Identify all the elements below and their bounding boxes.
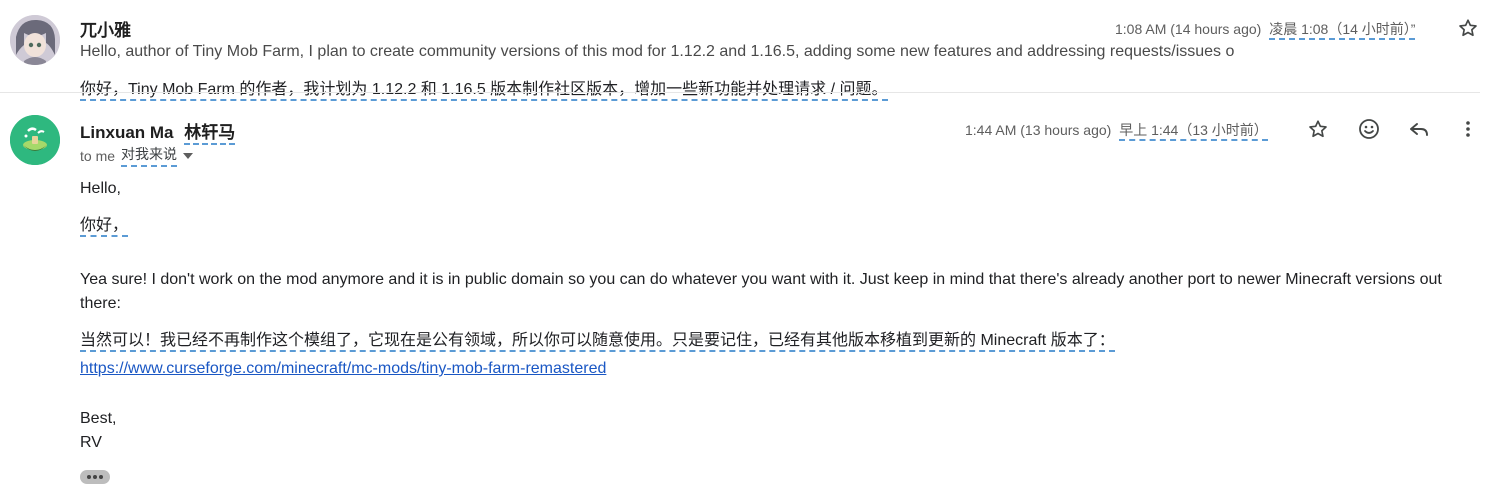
message-snippet[interactable]: Hello, author of Tiny Mob Farm, I plan t… — [80, 43, 1234, 61]
star-button[interactable] — [1302, 113, 1334, 145]
paragraph-translation-text: 当然可以！我已经不再制作这个模组了，它现在是公有领域，所以你可以随意使用。只是要… — [80, 332, 1115, 352]
recipient-label: to me — [80, 147, 116, 164]
sender-name-text: Linxuan Ma — [80, 123, 174, 142]
signoff: Best, — [80, 410, 117, 427]
greeting: Hello, — [80, 180, 121, 197]
sender-name-translation: 林轩马 — [184, 123, 236, 145]
emoji-icon — [1359, 119, 1379, 139]
snippet-translation-text: 你好，Tiny Mob Farm 的作者，我计划为 1.12.2 和 1.16.… — [80, 81, 888, 101]
dropdown-arrow-icon[interactable] — [183, 152, 194, 159]
reply-button[interactable] — [1403, 113, 1435, 145]
star-button[interactable] — [1452, 12, 1484, 44]
greeting-translation-text: 你好， — [80, 217, 129, 237]
message-timestamp: 1:08 AM (14 hours ago) 凌晨 1:08（14 小时前）” — [1115, 19, 1416, 40]
avatar-image — [10, 15, 60, 65]
star-icon — [1459, 19, 1477, 37]
show-trimmed-icon — [87, 475, 91, 479]
avatar-image — [10, 115, 60, 165]
timestamp-translation: 凌晨 1:08（14 小时前）” — [1269, 21, 1416, 40]
message-timestamp: 1:44 AM (13 hours ago) 早上 1:44（13 小时前） — [965, 120, 1268, 141]
sender-avatar[interactable] — [10, 15, 60, 65]
show-trimmed-content-button[interactable] — [80, 470, 110, 484]
ellipsis-dot — [99, 475, 103, 479]
star-icon — [1309, 120, 1327, 138]
recipient-details[interactable]: to me 对我来说 — [80, 144, 194, 167]
sender-name: 兀小雅 — [80, 21, 131, 40]
timestamp-translation: 早上 1:44（13 小时前） — [1119, 122, 1268, 141]
message-paragraph: Yea sure! I don't work on the mod anymor… — [80, 271, 1442, 312]
timestamp-text: 1:44 AM (13 hours ago) — [965, 122, 1112, 138]
add-reaction-button[interactable] — [1353, 113, 1385, 145]
snippet-translation: 你好，Tiny Mob Farm 的作者，我计划为 1.12.2 和 1.16.… — [80, 75, 888, 101]
timestamp-text: 1:08 AM (14 hours ago) — [1115, 21, 1262, 37]
more-options-button[interactable] — [1452, 113, 1484, 145]
recipient-label-translation: 对我来说 — [121, 144, 178, 167]
reply-icon — [1410, 123, 1428, 136]
sender-name: Linxuan Ma 林轩马 — [80, 118, 236, 145]
ellipsis-dot — [93, 475, 97, 479]
curseforge-link[interactable]: https://www.curseforge.com/minecraft/mc-… — [80, 360, 606, 377]
paragraph-translation: 当然可以！我已经不再制作这个模组了，它现在是公有领域，所以你可以随意使用。只是要… — [80, 326, 1115, 352]
link-container: https://www.curseforge.com/minecraft/mc-… — [80, 360, 606, 378]
signature: RV — [80, 434, 102, 451]
more-vert-icon — [1466, 121, 1470, 137]
message-divider — [0, 92, 1480, 93]
sender-avatar[interactable] — [10, 115, 60, 165]
greeting-translation: 你好， — [80, 211, 129, 237]
